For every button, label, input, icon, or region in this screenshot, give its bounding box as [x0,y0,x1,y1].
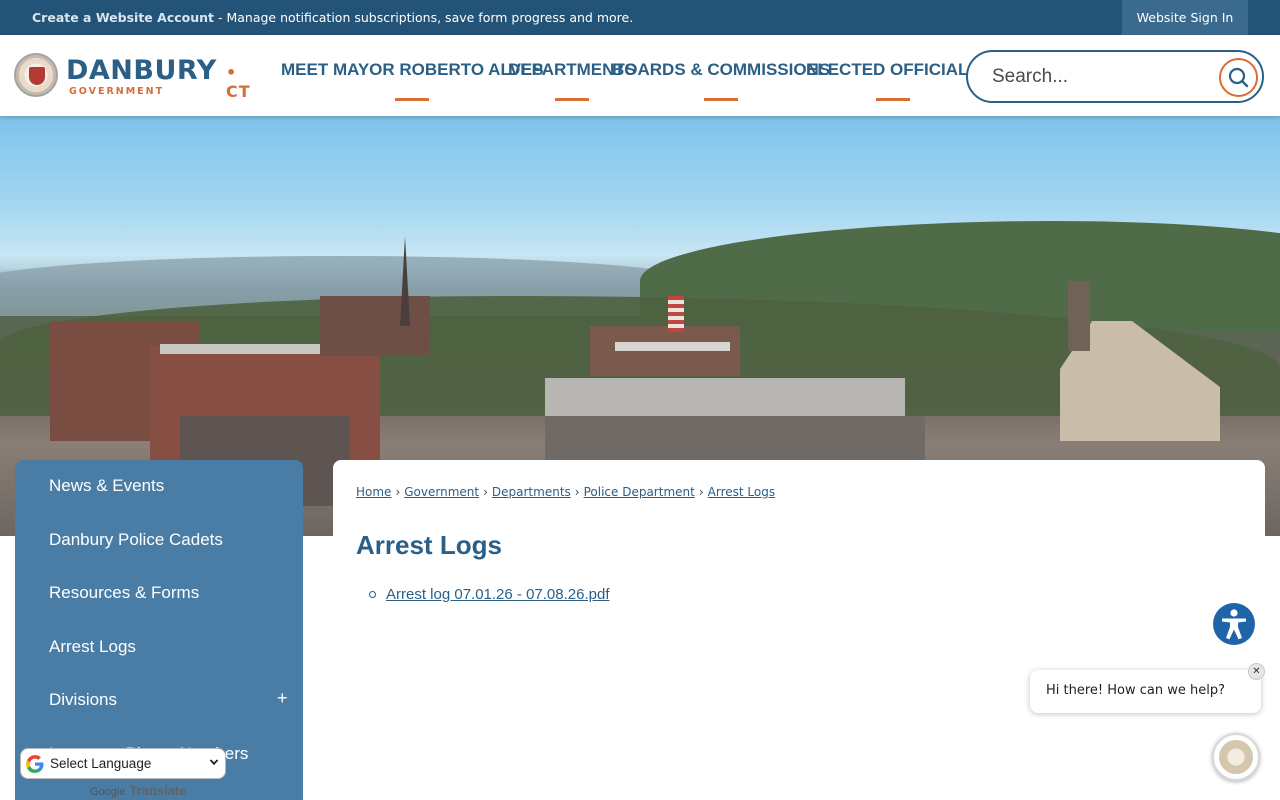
sidebar-item-police-cadets[interactable]: Danbury Police Cadets [49,530,223,550]
search-button[interactable] [1219,58,1258,97]
website-sign-in-button[interactable]: Website Sign In [1122,0,1248,35]
nav-underline [704,98,739,101]
chat-launcher-button[interactable] [1212,733,1260,781]
breadcrumb-departments[interactable]: Departments [492,485,571,499]
hero-roof [545,378,905,418]
breadcrumb-separator: › [698,485,704,499]
logo-subtitle: GOVERNMENT [69,86,165,97]
chevron-down-icon [209,759,219,766]
breadcrumb-government[interactable]: Government [404,485,479,499]
sidebar-item-resources-forms[interactable]: Resources & Forms [49,583,199,603]
breadcrumb-home[interactable]: Home [356,485,391,499]
logo-wordmark: DANBURY [66,55,217,86]
arrest-log-pdf-link[interactable]: Arrest log 07.01.26 - 07.08.26.pdf [386,586,609,603]
language-select[interactable]: Select Language [20,748,226,779]
search-icon [1228,67,1249,88]
sidebar-item-news-events[interactable]: News & Events [49,476,164,496]
nav-label: MEET MAYOR ROBERTO ALVES [281,60,544,79]
logo-state: • CT [226,63,251,101]
sidebar-item-divisions[interactable]: Divisions + [49,688,288,710]
nav-underline [875,98,910,101]
accessibility-button[interactable] [1213,603,1255,645]
google-wordmark: Google [90,786,126,798]
create-account-link[interactable]: Create a Website Account [32,10,214,25]
list-item: Arrest log 07.01.26 - 07.08.26.pdf [369,586,609,603]
hero-building [320,296,430,356]
top-utility-bar: Create a Website Account - Manage notifi… [0,0,1280,35]
sidebar-item-arrest-logs[interactable]: Arrest Logs [49,637,136,657]
breadcrumb-arrest-logs[interactable]: Arrest Logs [708,485,775,499]
danbury-logo[interactable]: DANBURY GOVERNMENT • CT [14,53,266,101]
account-message-text: - Manage notification subscriptions, sav… [214,10,634,25]
translate-label: Translate [129,783,187,798]
accessibility-icon [1222,609,1246,640]
nav-underline [555,98,590,101]
google-g-icon [26,755,44,773]
chat-close-button[interactable]: ✕ [1248,663,1265,680]
city-seal-icon [14,53,58,97]
sidebar-item-label: Divisions [49,690,118,709]
nav-label: ELECTED OFFICIALS [806,60,980,79]
page-title: Arrest Logs [356,530,502,560]
nav-boards-commissions[interactable]: BOARDS & COMMISSIONS [612,60,831,101]
city-seal-icon [1219,740,1253,774]
breadcrumb-police-department[interactable]: Police Department [584,485,695,499]
chat-greeting-text: Hi there! How can we help? [1046,683,1225,698]
breadcrumb-separator: › [574,485,580,499]
hero-flag [668,296,684,332]
nav-underline [395,98,430,101]
hero-tower [1068,281,1090,351]
nav-elected-officials[interactable]: ELECTED OFFICIALS [806,60,980,101]
nav-label: BOARDS & COMMISSIONS [612,60,831,79]
site-header: DANBURY GOVERNMENT • CT MEET MAYOR ROBER… [0,35,1280,116]
chat-greeting-bubble[interactable]: Hi there! How can we help? [1030,670,1261,713]
account-message: Create a Website Account - Manage notifi… [32,10,633,25]
language-select-label: Select Language [50,756,152,771]
main-content: Home › Government › Departments › Police Depar… [333,460,1265,800]
site-search [966,50,1264,103]
search-input[interactable] [992,65,1212,89]
hero-roof [615,342,730,351]
expand-plus-icon[interactable]: + [277,688,288,709]
breadcrumb-separator: › [395,485,401,499]
breadcrumb-separator: › [483,485,488,499]
hero-building [590,326,740,376]
file-list: Arrest log 07.01.26 - 07.08.26.pdf [369,586,609,603]
breadcrumb: Home › Government › Departments › Police Depar… [356,485,775,499]
powered-by-google-translate[interactable]: Google Translate [90,783,187,798]
nav-meet-mayor[interactable]: MEET MAYOR ROBERTO ALVES [281,60,544,101]
